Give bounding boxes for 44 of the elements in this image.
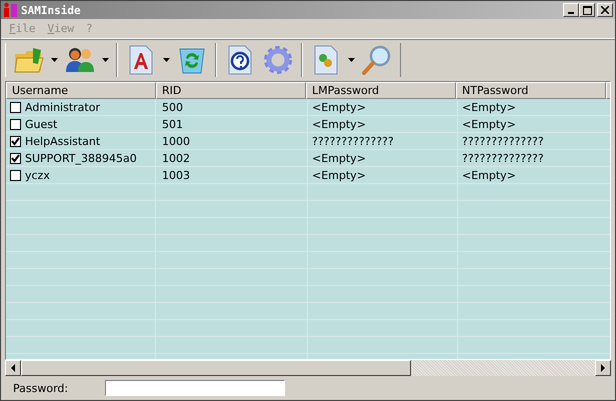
table-cell-text: 1003 xyxy=(161,168,191,184)
table-cell-text: 500 xyxy=(161,100,184,116)
checkbox[interactable] xyxy=(10,153,21,164)
minimize-button[interactable] xyxy=(563,3,579,17)
maximize-icon xyxy=(582,6,592,14)
window-title: SAMInside xyxy=(21,4,82,16)
column-header[interactable]: NTPassword xyxy=(456,82,606,99)
table-cell-text: <Empty> xyxy=(461,100,517,116)
table-cell-text: <Empty> xyxy=(311,168,367,184)
password-label: Password: xyxy=(13,382,70,394)
checkbox[interactable] xyxy=(10,119,21,130)
table-cell-text: ?????????????? xyxy=(461,134,545,150)
password-field[interactable] xyxy=(105,380,285,396)
scroll-right-button[interactable] xyxy=(595,360,611,376)
column-header[interactable]: Username xyxy=(6,82,156,99)
app-logo-icon xyxy=(3,2,19,18)
checkbox[interactable] xyxy=(10,136,21,147)
scroll-left-button[interactable] xyxy=(5,360,21,376)
close-icon xyxy=(601,6,609,14)
table-cell-text: ?????????????? xyxy=(461,151,545,167)
table-cell: SUPPORT_388945a0 xyxy=(25,152,137,165)
table-cell-text: ?????????????? xyxy=(311,134,395,150)
column-header[interactable]: LMPassword xyxy=(306,82,456,99)
maximize-button[interactable] xyxy=(579,3,595,17)
table-cell-text: <Empty> xyxy=(311,100,367,116)
table-cell-text: 501 xyxy=(161,117,184,133)
table-cell-text: 1000 xyxy=(161,134,191,150)
table-cell-text: <Empty> xyxy=(461,168,517,184)
scroll-thumb[interactable] xyxy=(21,360,411,376)
table-cell: Administrator xyxy=(25,101,100,114)
table-cell-text: <Empty> xyxy=(311,117,367,133)
horizontal-scrollbar[interactable] xyxy=(5,360,611,376)
left-arrow-icon xyxy=(10,364,16,372)
table-cell-text: <Empty> xyxy=(461,117,517,133)
column-header[interactable]: RID xyxy=(156,82,306,99)
close-button[interactable] xyxy=(597,3,613,17)
checkbox[interactable] xyxy=(10,170,21,181)
table-cell: HelpAssistant xyxy=(25,135,100,148)
table-cell: Guest xyxy=(25,118,58,131)
checkbox[interactable] xyxy=(10,102,21,113)
table-cell: yczx xyxy=(25,169,50,182)
table-cell-text: 1002 xyxy=(161,151,191,167)
right-arrow-icon xyxy=(600,364,606,372)
table-cell-text: <Empty> xyxy=(311,151,367,167)
